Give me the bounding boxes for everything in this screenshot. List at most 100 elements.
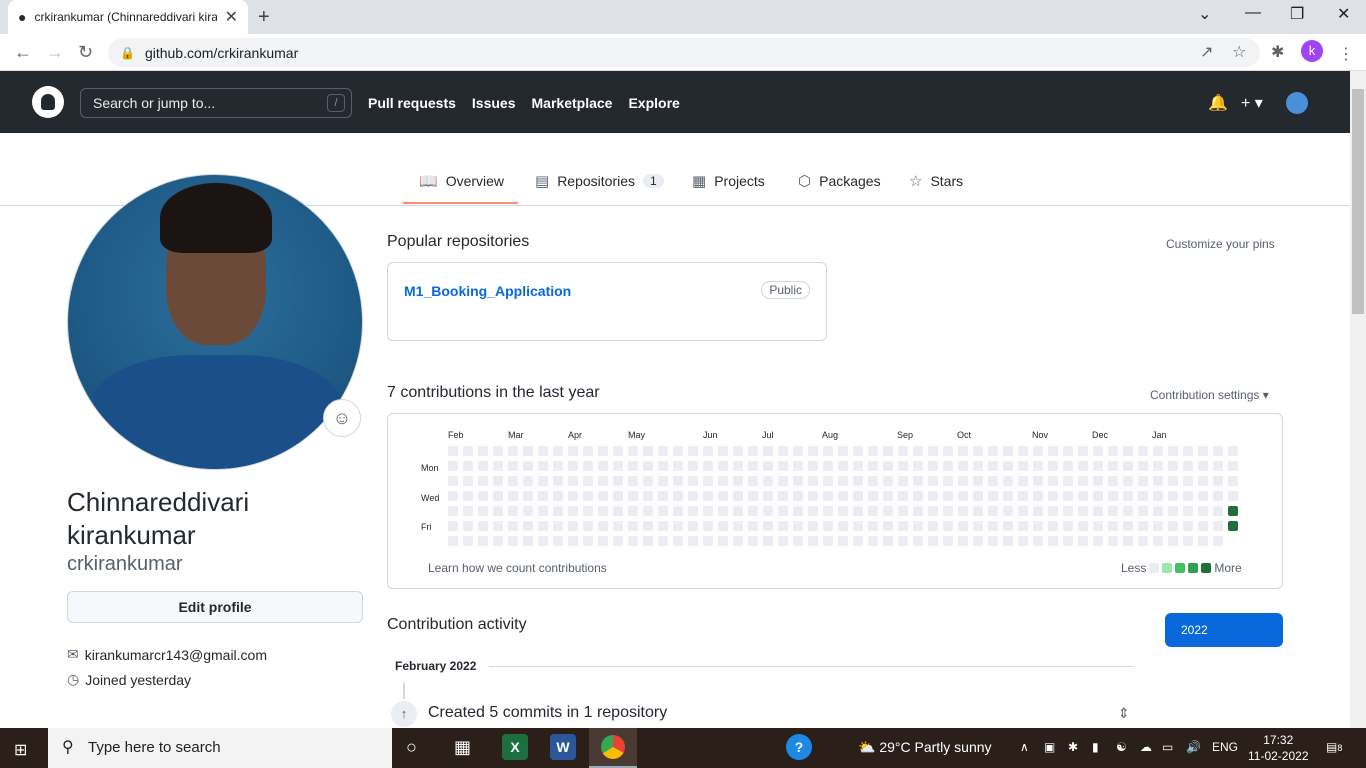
contribution-day[interactable] bbox=[988, 461, 998, 471]
contribution-day[interactable] bbox=[733, 506, 743, 516]
contribution-day[interactable] bbox=[598, 491, 608, 501]
contribution-day[interactable] bbox=[943, 521, 953, 531]
contribution-day[interactable] bbox=[448, 521, 458, 531]
contribution-day[interactable] bbox=[523, 476, 533, 486]
contribution-day[interactable] bbox=[1183, 491, 1193, 501]
contribution-day[interactable] bbox=[1033, 476, 1043, 486]
contribution-day[interactable] bbox=[613, 536, 623, 546]
repo-link[interactable]: M1_Booking_Application bbox=[404, 283, 571, 299]
contribution-day[interactable] bbox=[868, 506, 878, 516]
contribution-day[interactable] bbox=[478, 461, 488, 471]
contribution-day[interactable] bbox=[913, 536, 923, 546]
contribution-day[interactable] bbox=[643, 461, 653, 471]
contribution-day[interactable] bbox=[1123, 491, 1133, 501]
contribution-day[interactable] bbox=[1138, 536, 1148, 546]
contribution-day[interactable] bbox=[508, 491, 518, 501]
word-icon[interactable]: W bbox=[550, 734, 576, 760]
display-icon[interactable]: ▭ bbox=[1162, 740, 1173, 754]
contribution-day[interactable] bbox=[1153, 506, 1163, 516]
contribution-day[interactable] bbox=[793, 521, 803, 531]
contribution-day[interactable] bbox=[883, 476, 893, 486]
contribution-day[interactable] bbox=[703, 446, 713, 456]
contribution-day[interactable] bbox=[808, 506, 818, 516]
contribution-day[interactable] bbox=[748, 521, 758, 531]
contribution-day[interactable] bbox=[988, 476, 998, 486]
contribution-day[interactable] bbox=[808, 521, 818, 531]
back-icon[interactable]: ← bbox=[14, 42, 32, 63]
contribution-day[interactable] bbox=[1063, 446, 1073, 456]
contribution-day[interactable] bbox=[763, 476, 773, 486]
contribution-day[interactable] bbox=[1063, 461, 1073, 471]
contribution-day[interactable] bbox=[538, 491, 548, 501]
contribution-day[interactable] bbox=[1033, 461, 1043, 471]
contribution-day[interactable] bbox=[688, 491, 698, 501]
edit-profile-button[interactable]: Edit profile bbox=[67, 591, 363, 623]
contribution-day[interactable] bbox=[838, 536, 848, 546]
contribution-day[interactable] bbox=[838, 446, 848, 456]
clock[interactable]: 17:32 11-02-2022 bbox=[1248, 732, 1309, 764]
contribution-day[interactable] bbox=[1228, 446, 1238, 456]
contribution-day[interactable] bbox=[1018, 446, 1028, 456]
contribution-day[interactable] bbox=[1213, 491, 1223, 501]
contribution-day[interactable] bbox=[553, 506, 563, 516]
create-new-plus-icon[interactable]: + ▾ bbox=[1241, 93, 1263, 113]
contribution-day[interactable] bbox=[1108, 536, 1118, 546]
contribution-day[interactable] bbox=[493, 521, 503, 531]
contribution-day[interactable] bbox=[853, 506, 863, 516]
contribution-day[interactable] bbox=[628, 491, 638, 501]
contribution-day[interactable] bbox=[1018, 491, 1028, 501]
contribution-day[interactable] bbox=[733, 536, 743, 546]
customize-pins-link[interactable]: Customize your pins bbox=[1166, 237, 1275, 251]
contribution-day[interactable] bbox=[1198, 446, 1208, 456]
tab-overview[interactable]: 📖 Overview bbox=[419, 172, 504, 190]
contribution-day[interactable] bbox=[583, 521, 593, 531]
contribution-day[interactable] bbox=[1183, 461, 1193, 471]
contribution-day[interactable] bbox=[643, 446, 653, 456]
contribution-day[interactable] bbox=[478, 506, 488, 516]
contribution-day[interactable] bbox=[448, 536, 458, 546]
contribution-day[interactable] bbox=[958, 446, 968, 456]
contribution-day[interactable] bbox=[583, 536, 593, 546]
fold-icon[interactable]: ⇕ bbox=[1118, 705, 1130, 722]
contribution-day[interactable] bbox=[1018, 536, 1028, 546]
contribution-day[interactable] bbox=[628, 476, 638, 486]
contribution-day[interactable] bbox=[913, 461, 923, 471]
contribution-day[interactable] bbox=[1048, 521, 1058, 531]
contribution-day[interactable] bbox=[748, 491, 758, 501]
contribution-day[interactable] bbox=[1078, 446, 1088, 456]
contribution-day[interactable] bbox=[928, 491, 938, 501]
contribution-day[interactable] bbox=[523, 536, 533, 546]
contribution-day[interactable] bbox=[1168, 461, 1178, 471]
tab-stars[interactable]: ☆ Stars bbox=[909, 172, 963, 190]
contribution-day[interactable] bbox=[1003, 491, 1013, 501]
contribution-day[interactable] bbox=[1228, 521, 1238, 531]
contribution-day[interactable] bbox=[928, 446, 938, 456]
contribution-day[interactable] bbox=[718, 506, 728, 516]
contribution-day[interactable] bbox=[1213, 476, 1223, 486]
contribution-day[interactable] bbox=[778, 491, 788, 501]
page-scrollbar[interactable] bbox=[1350, 71, 1366, 728]
contribution-day[interactable] bbox=[1153, 446, 1163, 456]
contribution-day[interactable] bbox=[1123, 446, 1133, 456]
search-input[interactable]: Search or jump to... / bbox=[80, 88, 352, 118]
contribution-day[interactable] bbox=[1018, 506, 1028, 516]
contribution-day[interactable] bbox=[673, 461, 683, 471]
contribution-day[interactable] bbox=[1153, 521, 1163, 531]
bookmark-star-icon[interactable]: ☆ bbox=[1232, 42, 1246, 62]
contribution-day[interactable] bbox=[1003, 461, 1013, 471]
contribution-day[interactable] bbox=[598, 476, 608, 486]
contribution-day[interactable] bbox=[1048, 476, 1058, 486]
contribution-day[interactable] bbox=[1063, 491, 1073, 501]
contribution-day[interactable] bbox=[1108, 506, 1118, 516]
contribution-day[interactable] bbox=[928, 536, 938, 546]
contribution-day[interactable] bbox=[733, 461, 743, 471]
contribution-day[interactable] bbox=[1138, 491, 1148, 501]
contribution-day[interactable] bbox=[688, 446, 698, 456]
contribution-day[interactable] bbox=[703, 491, 713, 501]
contribution-day[interactable] bbox=[718, 521, 728, 531]
contribution-day[interactable] bbox=[673, 536, 683, 546]
contribution-day[interactable] bbox=[748, 506, 758, 516]
contribution-day[interactable] bbox=[523, 446, 533, 456]
contribution-day[interactable] bbox=[838, 461, 848, 471]
contribution-day[interactable] bbox=[1213, 461, 1223, 471]
